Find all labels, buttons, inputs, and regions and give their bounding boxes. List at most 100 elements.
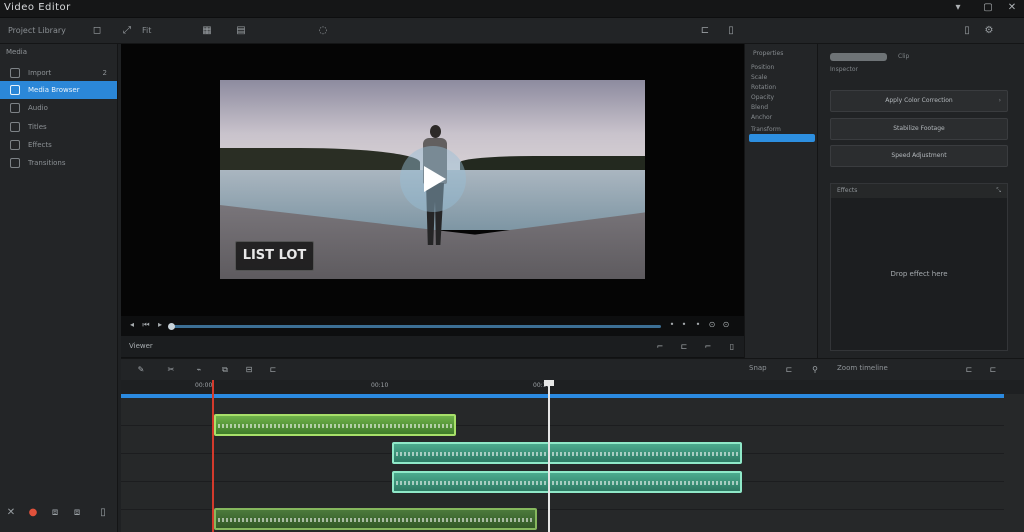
prop-rotation[interactable]: Rotation bbox=[751, 84, 776, 91]
playhead-handle[interactable] bbox=[544, 380, 554, 386]
sync-icon[interactable]: ◌ bbox=[316, 24, 330, 38]
toolbar-breadcrumb[interactable]: Project Library bbox=[8, 24, 66, 38]
playhead[interactable] bbox=[544, 380, 554, 532]
restore-button[interactable]: ▢ bbox=[982, 2, 994, 14]
title-overlay[interactable]: LIST LOT bbox=[235, 241, 314, 271]
video-preview: LIST LOT bbox=[121, 44, 744, 316]
properties-title: Properties bbox=[753, 50, 784, 57]
sidebar-item-label: Audio bbox=[28, 104, 48, 112]
sidebar-item-effects[interactable]: Effects bbox=[0, 136, 117, 154]
editor-window: Video Editor ▾ ▢ ✕ Project Library ◻ ⤢ F… bbox=[0, 0, 1024, 532]
layout-icon[interactable]: ▤ bbox=[234, 24, 248, 38]
zoom-select[interactable]: Fit bbox=[142, 24, 151, 38]
marker-icon[interactable]: ⧈ bbox=[48, 506, 62, 520]
rewind-icon[interactable]: ◂ bbox=[127, 320, 137, 330]
close-icon[interactable]: ⤡ bbox=[996, 184, 1001, 198]
mark-out-icon[interactable]: • bbox=[693, 320, 703, 330]
prop-anchor[interactable]: Anchor bbox=[751, 114, 772, 121]
sidebar-item-audio[interactable]: Audio bbox=[0, 99, 117, 117]
timeline-clip[interactable] bbox=[214, 414, 456, 436]
stabilize-button[interactable]: Stabilize Footage bbox=[830, 118, 1008, 140]
snap-label[interactable]: Snap bbox=[749, 364, 767, 372]
sidebar-item-label: Media Browser bbox=[28, 86, 80, 94]
in-point-marker[interactable] bbox=[212, 380, 214, 532]
timeline: 00:00 00:10 00:19 bbox=[121, 380, 1024, 532]
prop-opacity[interactable]: Opacity bbox=[751, 94, 774, 101]
clip-waveform bbox=[396, 452, 738, 456]
sidebar-controls: ✕ ● ⧈ ⧈ ▯ bbox=[0, 502, 117, 524]
detach-icon[interactable]: ▯ bbox=[727, 342, 737, 352]
ruler-tick: 00:00 bbox=[195, 382, 213, 389]
sidebar-item-badge: 2 bbox=[102, 69, 107, 77]
chevron-right-icon: › bbox=[998, 97, 1001, 104]
settings-icon[interactable]: ⚙ bbox=[982, 24, 996, 38]
button-label: Speed Adjustment bbox=[891, 152, 947, 159]
prop-blend[interactable]: Blend bbox=[751, 104, 768, 111]
fit-timeline-icon[interactable]: ⊏ bbox=[963, 364, 975, 376]
color-correction-button[interactable]: Apply Color Correction › bbox=[830, 90, 1008, 112]
minimize-button[interactable]: ▾ bbox=[952, 2, 964, 14]
grid-icon[interactable]: ▦ bbox=[200, 24, 214, 38]
app-title: Video Editor bbox=[4, 2, 71, 13]
effects-icon bbox=[10, 140, 20, 150]
loop-icon[interactable]: • bbox=[667, 320, 677, 330]
snap-icon[interactable]: ⊟ bbox=[243, 364, 255, 376]
ripple-tool-icon[interactable]: ⌁ bbox=[193, 364, 205, 376]
keyframe-icon[interactable]: ⚲ bbox=[809, 364, 821, 376]
snapshot-icon[interactable]: ⌐ bbox=[703, 342, 713, 352]
transport-bar: ◂ ⏮ ▸ • • • ⊙ ⊙ bbox=[121, 316, 744, 336]
mark-in-icon[interactable]: • bbox=[679, 320, 689, 330]
play-small-icon[interactable]: ▸ bbox=[155, 320, 165, 330]
zoom-timeline-label[interactable]: Zoom timeline bbox=[837, 364, 888, 372]
ruler-tick: 00:10 bbox=[371, 382, 389, 389]
close-button[interactable]: ✕ bbox=[1006, 2, 1018, 14]
viewer-label: Viewer bbox=[129, 342, 153, 350]
link-icon[interactable]: ⊏ bbox=[267, 364, 279, 376]
step-back-icon[interactable]: ⏮ bbox=[141, 320, 151, 330]
fit-icon[interactable]: ⤢ bbox=[120, 24, 134, 38]
sidebar-header: Media bbox=[6, 48, 28, 56]
sidebar-item-media-browser[interactable]: Media Browser bbox=[0, 81, 117, 99]
button-label: Apply Color Correction bbox=[885, 97, 953, 104]
button-label: Stabilize Footage bbox=[893, 125, 945, 132]
slip-tool-icon[interactable]: ⧉ bbox=[219, 364, 231, 376]
timeline-ruler[interactable]: 00:00 00:10 00:19 bbox=[121, 380, 1024, 394]
record-icon[interactable]: ● bbox=[26, 506, 40, 520]
timeline-clip[interactable] bbox=[392, 471, 742, 493]
text-icon bbox=[10, 122, 20, 132]
prop-scale[interactable]: Scale bbox=[751, 74, 767, 81]
camera-icon[interactable]: ⧈ bbox=[70, 506, 84, 520]
razor-tool-icon[interactable]: ✂ bbox=[165, 364, 177, 376]
select-tool-icon[interactable]: ✎ bbox=[135, 364, 147, 376]
play-button[interactable] bbox=[400, 146, 466, 212]
video-frame[interactable]: LIST LOT bbox=[220, 80, 645, 279]
delete-icon[interactable]: ▯ bbox=[96, 506, 110, 520]
sidebar-item-import[interactable]: Import 2 bbox=[0, 64, 117, 82]
panel-icon[interactable]: ▯ bbox=[960, 24, 974, 38]
volume-icon[interactable]: ⊙ bbox=[707, 320, 717, 330]
speed-button[interactable]: Speed Adjustment bbox=[830, 145, 1008, 167]
apply-properties-button[interactable] bbox=[749, 134, 815, 142]
expand-icon[interactable]: ▯ bbox=[724, 24, 738, 38]
properties-panel: Properties Position Scale Rotation Opaci… bbox=[744, 44, 818, 358]
marker-tool-icon[interactable]: ⊏ bbox=[783, 364, 795, 376]
timeline-clip[interactable] bbox=[214, 508, 537, 530]
drop-zone-header: Effects ⤡ bbox=[831, 184, 1007, 198]
safe-area-icon[interactable]: ⌐ bbox=[655, 342, 665, 352]
scrub-knob[interactable] bbox=[168, 323, 175, 330]
undo-icon[interactable]: ✕ bbox=[4, 506, 18, 520]
sidebar-item-label: Transitions bbox=[28, 159, 66, 167]
timeline-settings-icon[interactable]: ⊏ bbox=[987, 364, 999, 376]
sidebar-item-transitions[interactable]: Transitions bbox=[0, 154, 117, 172]
crop-icon[interactable]: ⊏ bbox=[698, 24, 712, 38]
prop-position[interactable]: Position bbox=[751, 64, 774, 71]
overlay-icon[interactable]: ⊏ bbox=[679, 342, 689, 352]
view-icon[interactable]: ◻ bbox=[90, 24, 104, 38]
sidebar-item-label: Import bbox=[28, 69, 52, 77]
timeline-clip[interactable] bbox=[392, 442, 742, 464]
media-icon bbox=[10, 85, 20, 95]
scrub-bar[interactable] bbox=[168, 323, 661, 330]
fullscreen-icon[interactable]: ⊙ bbox=[721, 320, 731, 330]
effect-drop-zone[interactable]: Effects ⤡ Drop effect here bbox=[830, 183, 1008, 351]
sidebar-item-titles[interactable]: Titles bbox=[0, 118, 117, 136]
